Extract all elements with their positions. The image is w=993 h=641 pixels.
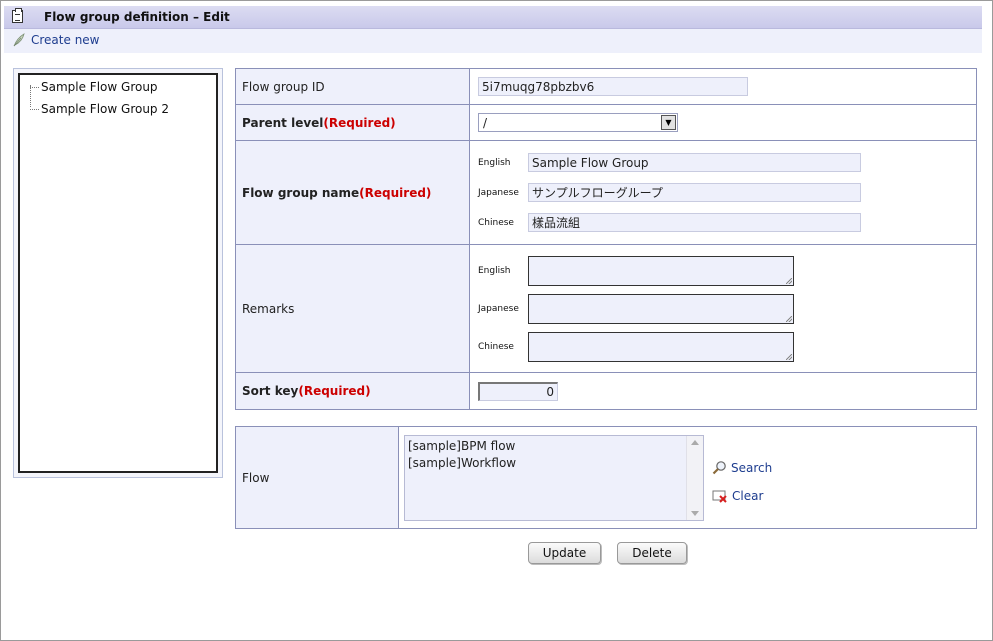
flow-group-name-english-input[interactable]: Sample Flow Group: [528, 153, 861, 172]
sort-key-input[interactable]: 0: [478, 381, 558, 401]
required-marker: (Required): [359, 185, 432, 200]
page-title: Flow group definition – Edit: [44, 10, 230, 24]
tree-item-sample-flow-group[interactable]: Sample Flow Group: [30, 80, 158, 94]
remarks-japanese-textarea[interactable]: [528, 293, 794, 324]
flow-section: Flow [sample]BPM flow [sample]Workflow S…: [235, 426, 977, 529]
flow-listbox[interactable]: [sample]BPM flow [sample]Workflow: [404, 434, 704, 521]
search-icon: [712, 461, 726, 475]
flow-group-name-chinese-input[interactable]: 樣品流組: [528, 213, 861, 232]
parent-level-select[interactable]: / ▼: [478, 113, 678, 132]
delete-button[interactable]: Delete: [617, 542, 687, 564]
update-button[interactable]: Update: [528, 542, 601, 564]
japanese-label: Japanese: [478, 303, 519, 314]
scroll-up-icon[interactable]: [691, 439, 699, 445]
tree-item-sample-flow-group-2[interactable]: Sample Flow Group 2: [30, 102, 169, 116]
clipboard-icon: [12, 8, 23, 23]
flow-group-name-label: Flow group name(Required): [235, 140, 470, 245]
flow-group-tree: Sample Flow Group Sample Flow Group 2: [18, 73, 218, 473]
sort-key-label: Sort key(Required): [235, 372, 470, 410]
title-bar: Flow group definition – Edit: [4, 6, 982, 29]
required-marker: (Required): [298, 384, 371, 398]
flow-group-name-japanese-input[interactable]: サンプルフローグループ: [528, 183, 861, 202]
list-item[interactable]: [sample]BPM flow: [408, 438, 700, 455]
clear-icon: [712, 490, 727, 503]
create-new-label: Create new: [31, 33, 100, 47]
scroll-down-icon[interactable]: [691, 510, 699, 516]
flow-group-id-field: 5i7muqg78pbzbv6: [478, 77, 748, 96]
flow-group-id-label: Flow group ID: [235, 68, 470, 105]
clear-button[interactable]: Clear: [712, 482, 772, 510]
english-label: English: [478, 157, 511, 168]
tree-panel: Sample Flow Group Sample Flow Group 2: [13, 68, 223, 478]
toolbar: Create new: [4, 29, 982, 53]
flow-group-form: Flow group ID 5i7muqg78pbzbv6 Parent lev…: [235, 68, 977, 410]
flow-label: Flow: [235, 426, 399, 529]
required-marker: (Required): [323, 115, 396, 130]
list-item[interactable]: [sample]Workflow: [408, 455, 700, 472]
search-button[interactable]: Search: [712, 454, 772, 482]
feather-icon: [13, 33, 25, 47]
tree-item-label: Sample Flow Group 2: [41, 102, 169, 116]
dropdown-arrow-icon[interactable]: ▼: [661, 115, 676, 130]
chinese-label: Chinese: [478, 217, 514, 228]
listbox-scrollbar[interactable]: [686, 435, 703, 520]
remarks-english-textarea[interactable]: [528, 255, 794, 286]
chinese-label: Chinese: [478, 341, 514, 352]
create-new-link[interactable]: Create new: [12, 33, 100, 47]
japanese-label: Japanese: [478, 187, 519, 198]
remarks-label: Remarks: [235, 244, 470, 373]
tree-item-label: Sample Flow Group: [41, 80, 158, 94]
remarks-chinese-textarea[interactable]: [528, 331, 794, 362]
parent-level-label: Parent level(Required): [235, 104, 470, 141]
english-label: English: [478, 265, 511, 276]
